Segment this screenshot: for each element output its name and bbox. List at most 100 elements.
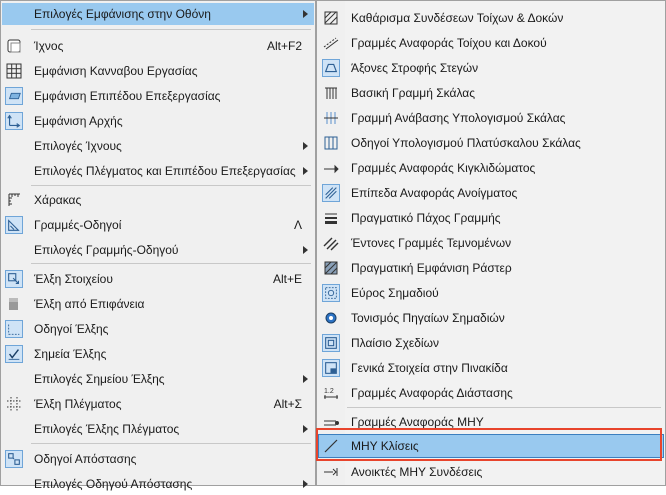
- menu-item-grid-snap[interactable]: Έλξη Πλέγματος Alt+Σ: [2, 393, 314, 415]
- clean-intersections-icon: [322, 9, 340, 27]
- menu-item-guide-lines[interactable]: Γραμμές-Οδηγοί Λ: [2, 214, 314, 236]
- distance-guide-icon: [5, 450, 23, 468]
- editing-plane-icon: [5, 87, 23, 105]
- submenu-item-master-items-on-layout[interactable]: Γενικά Στοιχεία στην Πινακίδα: [319, 357, 663, 379]
- shortcut-label: Alt+E: [272, 272, 302, 286]
- menu-item-surface-snap[interactable]: Έλξη από Επιφάνεια: [2, 293, 314, 315]
- menu-separator: [347, 407, 661, 408]
- menu-item-trace[interactable]: Ίχνος Alt+F2: [2, 35, 314, 57]
- submenu-item-stair-landing-guides[interactable]: Οδηγοί Υπολογισμού Πλατύσκαλου Σκάλας: [319, 132, 663, 154]
- mep-reference-icon: [322, 413, 340, 431]
- on-screen-view-options-submenu: Καθάρισμα Συνδέσεων Τοίχων & Δοκών Γραμμ…: [316, 0, 666, 486]
- menu-item-ruler[interactable]: Χάρακας: [2, 189, 314, 211]
- menu-item-label: Γραμμές Αναφοράς Διάστασης: [351, 386, 513, 400]
- line-weight-icon: [322, 209, 340, 227]
- submenu-item-dimension-reference-lines[interactable]: 1.2 Γραμμές Αναφοράς Διάστασης: [319, 382, 663, 404]
- drawing-frame-icon: [322, 334, 340, 352]
- menu-item-label: Εμφάνιση Κανναβου Εργασίας: [34, 64, 198, 78]
- railing-reference-icon: [322, 159, 340, 177]
- menu-item-distance-guide-options[interactable]: Επιλογές Οδηγού Απόστασης: [2, 473, 314, 495]
- submenu-arrow-icon: [303, 246, 308, 254]
- menu-item-label: Γενικά Στοιχεία στην Πινακίδα: [351, 361, 508, 375]
- submenu-item-wall-beam-reference-lines[interactable]: Γραμμές Αναφοράς Τοίχου και Δοκού: [319, 32, 663, 54]
- submenu-arrow-icon: [303, 480, 308, 488]
- menu-item-label: Επίπεδα Αναφοράς Ανοίγματος: [351, 186, 518, 200]
- menu-item-distance-guides[interactable]: Οδηγοί Απόστασης: [2, 448, 314, 470]
- menu-item-label: Ανοικτές ΜΗΥ Συνδέσεις: [351, 465, 483, 479]
- submenu-item-opening-reference-planes[interactable]: Επίπεδα Αναφοράς Ανοίγματος: [319, 182, 663, 204]
- trace-icon: [5, 37, 23, 55]
- menu-item-trace-options[interactable]: Επιλογές Ίχνους: [2, 135, 314, 157]
- menu-item-label: Καθάρισμα Συνδέσεων Τοίχων & Δοκών: [351, 11, 564, 25]
- menu-item-label: Χάρακας: [34, 193, 82, 207]
- shortcut-label: Alt+Σ: [273, 397, 302, 411]
- stair-baseline-icon: [322, 84, 340, 102]
- menu-item-label: Επιλογές Ίχνους: [34, 139, 122, 153]
- submenu-item-railing-reference-lines[interactable]: Γραμμές Αναφοράς Κιγκλιδώματος: [319, 157, 663, 179]
- menu-item-label: Οδηγοί Έλξης: [34, 322, 109, 336]
- master-layout-icon: [322, 359, 340, 377]
- snap-guides-icon: [5, 320, 23, 338]
- open-connection-icon: [322, 463, 340, 481]
- submenu-item-true-line-weight[interactable]: Πραγματικό Πάχος Γραμμής: [319, 207, 663, 229]
- menu-item-guide-line-options[interactable]: Επιλογές Γραμμής-Οδηγού: [2, 239, 314, 261]
- grid-icon: [5, 62, 23, 80]
- menu-separator: [31, 185, 311, 186]
- submenu-item-clean-wall-beam-intersections[interactable]: Καθάρισμα Συνδέσεων Τοίχων & Δοκών: [319, 7, 663, 29]
- menu-item-label: Σημεία Έλξης: [34, 347, 107, 361]
- bold-cut-lines-icon: [322, 234, 340, 252]
- menu-item-on-screen-view-options[interactable]: Επιλογές Εμφάνισης στην Οθόνη: [2, 3, 314, 25]
- svg-text:1.2: 1.2: [324, 388, 334, 395]
- view-menu: Επιλογές Εμφάνισης στην Οθόνη Ίχνος Alt+…: [0, 0, 316, 491]
- menu-item-label: Γραμμές Αναφοράς ΜΗΥ: [351, 415, 484, 429]
- element-snap-icon: [5, 270, 23, 288]
- submenu-arrow-icon: [303, 10, 308, 18]
- submenu-item-bold-cut-lines[interactable]: Έντονες Γραμμές Τεμνομένων: [319, 232, 663, 254]
- menu-item-show-origin[interactable]: Εμφάνιση Αρχής: [2, 110, 314, 132]
- menu-item-grid-snap-options[interactable]: Επιλογές Έλξης Πλέγματος: [2, 418, 314, 440]
- menu-item-show-grid[interactable]: Εμφάνιση Κανναβου Εργασίας: [2, 60, 314, 82]
- menu-item-label: Βασική Γραμμή Σκάλας: [351, 86, 475, 100]
- opening-reference-icon: [322, 184, 340, 202]
- source-marker-icon: [322, 309, 340, 327]
- submenu-item-stair-baseline[interactable]: Βασική Γραμμή Σκάλας: [319, 82, 663, 104]
- menu-item-label: Οδηγοί Υπολογισμού Πλατύσκαλου Σκάλας: [351, 136, 581, 150]
- menu-item-label: Γραμμή Ανάβασης Υπολογισμού Σκάλας: [351, 111, 566, 125]
- menu-item-label: Έντονες Γραμμές Τεμνομένων: [351, 236, 512, 250]
- menu-item-label: Άξονες Στροφής Στεγών: [351, 61, 479, 75]
- menu-item-label: Έλξη Πλέγματος: [34, 397, 122, 411]
- submenu-item-vectorial-hatching[interactable]: Πραγματική Εμφάνιση Ράστερ: [319, 257, 663, 279]
- menu-item-label: Ίχνος: [34, 39, 64, 53]
- submenu-item-highlight-source-markers[interactable]: Τονισμός Πηγαίων Σημαδιών: [319, 307, 663, 329]
- shortcut-label: Alt+F2: [266, 39, 302, 53]
- menu-item-element-snap[interactable]: Έλξη Στοιχείου Alt+E: [2, 268, 314, 290]
- menu-item-snap-guides[interactable]: Οδηγοί Έλξης: [2, 318, 314, 340]
- menu-separator: [31, 29, 311, 30]
- menu-item-snap-points[interactable]: Σημεία Έλξης: [2, 343, 314, 365]
- menu-item-label: Επιλογές Γραμμής-Οδηγού: [34, 243, 179, 257]
- menu-item-grid-editing-plane-options[interactable]: Επιλογές Πλέγματος και Επιπέδου Επεξεργα…: [2, 160, 314, 182]
- menu-item-label: Πλαίσιο Σχεδίων: [351, 336, 439, 350]
- submenu-item-drawing-frames[interactable]: Πλαίσιο Σχεδίων: [319, 332, 663, 354]
- shortcut-label: Λ: [293, 218, 302, 232]
- menu-item-label: Οδηγοί Απόστασης: [34, 452, 137, 466]
- submenu-item-mep-reference-lines[interactable]: Γραμμές Αναφοράς ΜΗΥ: [319, 411, 663, 433]
- menu-item-label: Επιλογές Οδηγού Απόστασης: [34, 477, 193, 491]
- menu-item-label: Επιλογές Εμφάνισης στην Οθόνη: [34, 7, 211, 21]
- ruler-icon: [5, 191, 23, 209]
- submenu-arrow-icon: [303, 425, 308, 433]
- submenu-arrow-icon: [303, 167, 308, 175]
- submenu-arrow-icon: [303, 375, 308, 383]
- menu-item-label: Έλξη από Επιφάνεια: [34, 297, 145, 311]
- menu-item-snap-point-options[interactable]: Επιλογές Σημείου Έλξης: [2, 368, 314, 390]
- submenu-item-roof-pivot-lines[interactable]: Άξονες Στροφής Στεγών: [319, 57, 663, 79]
- menu-item-show-editing-plane[interactable]: Εμφάνιση Επιπέδου Επεξεργασίας: [2, 85, 314, 107]
- submenu-item-mep-slopes[interactable]: ΜΗΥ Κλίσεις: [318, 434, 664, 458]
- marker-range-icon: [322, 284, 340, 302]
- menu-item-label: Πραγματική Εμφάνιση Ράστερ: [351, 261, 512, 275]
- snap-points-icon: [5, 345, 23, 363]
- submenu-item-marker-range[interactable]: Εύρος Σημαδιού: [319, 282, 663, 304]
- menu-item-label: Γραμμές-Οδηγοί: [34, 218, 122, 232]
- submenu-item-open-mep-connections[interactable]: Ανοικτές ΜΗΥ Συνδέσεις: [319, 461, 663, 483]
- submenu-item-stair-walking-line[interactable]: Γραμμή Ανάβασης Υπολογισμού Σκάλας: [319, 107, 663, 129]
